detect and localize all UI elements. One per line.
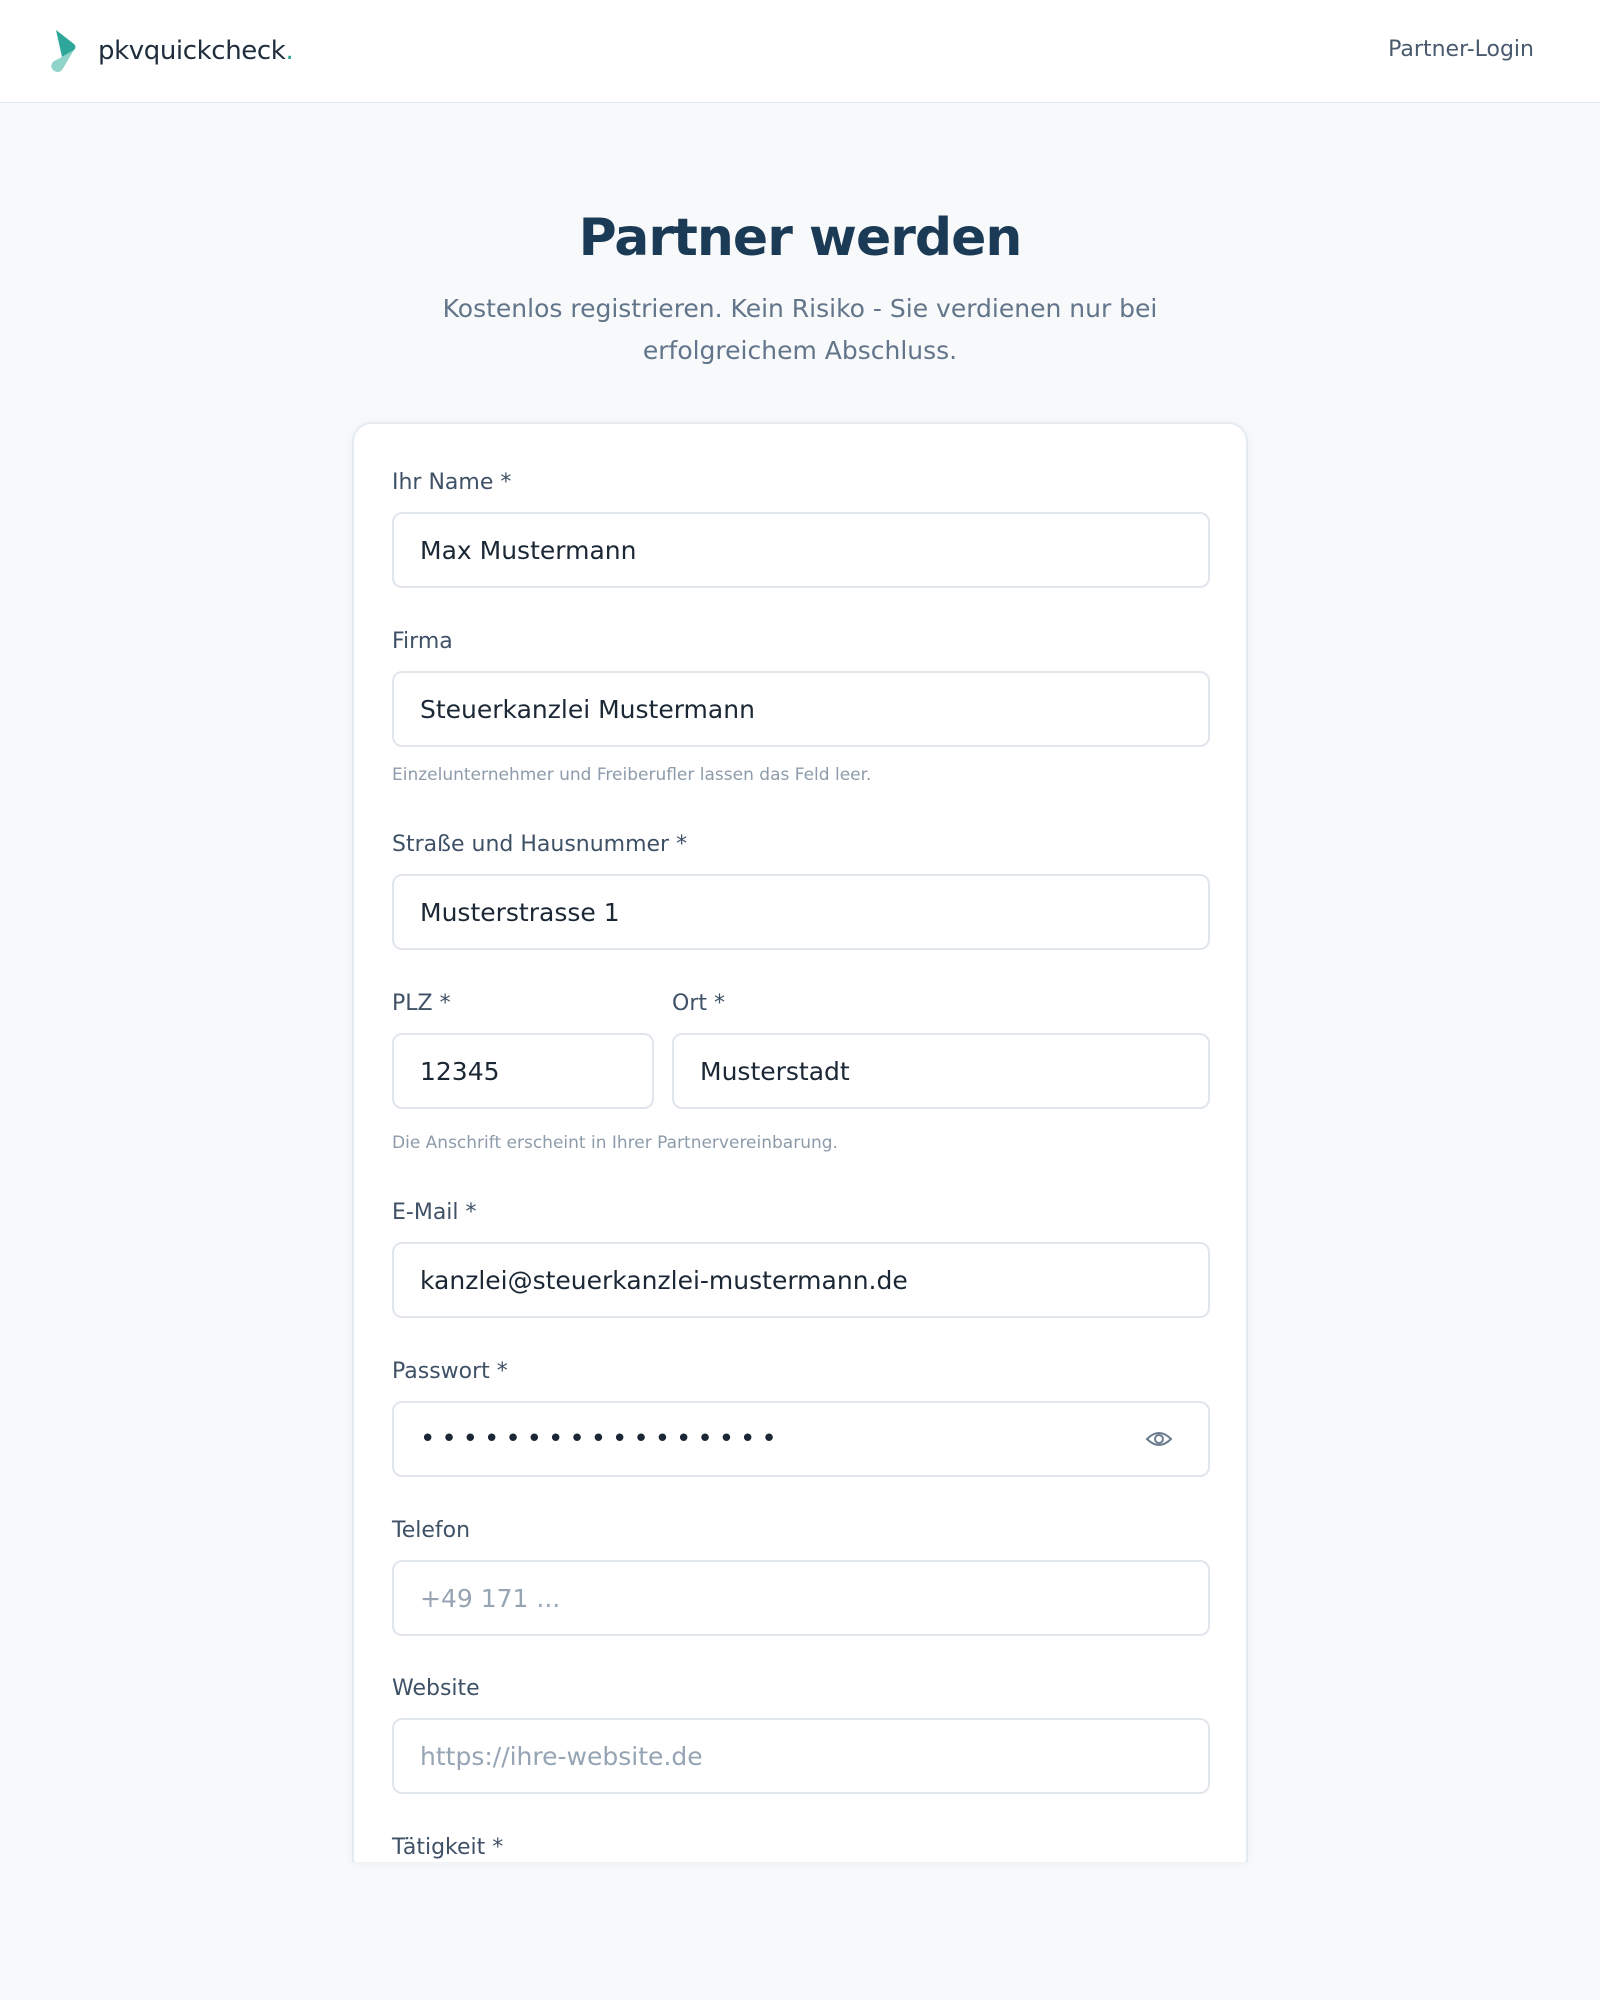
email-input[interactable]: [392, 1242, 1210, 1318]
strasse-input[interactable]: [392, 874, 1210, 950]
top-navigation-bar: pkvquickcheck. Partner-Login: [0, 0, 1600, 103]
page-subtitle: Kostenlos registrieren. Kein Risiko - Si…: [442, 294, 1158, 365]
name-label: Ihr Name *: [392, 470, 512, 495]
name-input[interactable]: [392, 512, 1210, 588]
firma-label: Firma: [392, 629, 453, 654]
logo-icon: [51, 30, 76, 72]
website-label: Website: [392, 1676, 480, 1701]
eye-icon: [1145, 1432, 1173, 1446]
password-masked-value: •••••••••••••••••: [420, 1424, 783, 1454]
toggle-password-visibility-button[interactable]: [1142, 1422, 1176, 1456]
email-label: E-Mail *: [392, 1200, 477, 1225]
taetigkeit-label: Tätigkeit *: [392, 1835, 504, 1860]
website-input[interactable]: [392, 1718, 1210, 1794]
brand-name: pkvquickcheck.: [98, 36, 294, 66]
passwort-label: Passwort *: [392, 1359, 508, 1384]
partner-login-link[interactable]: Partner-Login: [1388, 37, 1534, 62]
passwort-input[interactable]: •••••••••••••••••: [392, 1401, 1210, 1477]
ort-input[interactable]: [672, 1033, 1210, 1109]
page-title: Partner werden: [578, 208, 1023, 268]
ort-label: Ort *: [672, 991, 725, 1016]
telefon-input[interactable]: [392, 1560, 1210, 1636]
address-hint: Die Anschrift erscheint in Ihrer Partner…: [392, 1133, 838, 1153]
partner-registration-form: Ihr Name * Firma Einzelunternehmer und F…: [352, 422, 1248, 1862]
plz-label: PLZ *: [392, 991, 451, 1016]
plz-input[interactable]: [392, 1033, 654, 1109]
telefon-label: Telefon: [392, 1518, 471, 1543]
firma-input[interactable]: [392, 671, 1210, 747]
brand-logo-link[interactable]: pkvquickcheck.: [46, 28, 294, 74]
firma-hint: Einzelunternehmer und Freiberufler lasse…: [392, 765, 872, 785]
strasse-label: Straße und Hausnummer *: [392, 832, 688, 857]
